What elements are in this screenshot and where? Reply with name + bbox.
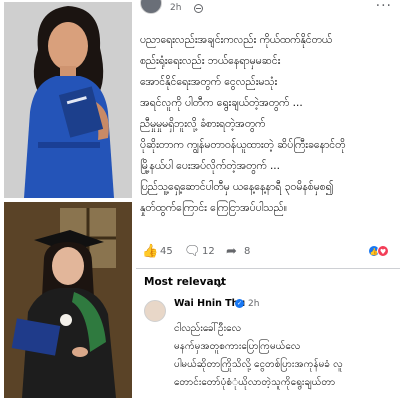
post-time[interactable]: 2h [170,3,181,13]
post-text-line: အရင်လူကို ပါတီက ရွေးချယ်တဲ့အတွက် ... [140,97,303,109]
post-photo-2[interactable] [4,202,132,398]
post-text-line: ညီမှုမှုမရှိဘူးလို့ ခံစားရတဲ့အတွက် [140,118,266,130]
comment-time[interactable]: 2h [248,299,259,309]
post-text-line: ပိုဆိုးတာက ကျွန်မတာဝန်ယူထားတဲ့ ဆိပ်ကြီးခ… [140,139,346,151]
verified-badge-icon: ✓ [235,299,244,308]
love-reaction-icon: ♥ [377,245,389,257]
graduation-photo [4,202,132,398]
comment-text-line: တောင်းတော်ပုံစံုံယိုလာတဲ့သူကိုရွေးချယ်တာ [174,377,336,388]
share-icon[interactable]: ➦ [226,244,237,259]
divider [136,268,400,269]
comment-sort-selector[interactable]: Most relevant [144,276,226,288]
post-text-line: နှုတ်ထွက်ကြောင်း ကြေငြာအပ်ပါသည်။ [140,202,287,214]
reaction-summary[interactable]: 👍 ♥ [368,245,390,257]
share-count[interactable]: 8 [244,246,250,257]
comment: Wai Hnin Thu ✓ 2h ငါလည်းခေါ်ဦးလေ မနက်မှအ… [136,296,400,400]
post-text-line: ပြည်သူ့ရှေ့ဆောင်ပါတီမှ ယနေ့နေ့နာရီ ၃ဝမိန… [140,181,334,193]
comment-count[interactable]: 12 [202,246,215,257]
reaction-bar: 👍 45 🗨 12 ➦ 8 👍 ♥ [136,240,400,262]
post-photo-1[interactable] [4,2,132,198]
globe-icon [194,4,203,13]
post-header: 2h ··· [136,0,400,20]
commenter-avatar[interactable] [144,300,166,322]
post-text-line: စည်းရုံးရေးလည်း ဘယ်နေရာမှမဆင်း [140,55,281,67]
more-options-icon[interactable]: ··· [376,0,392,14]
facebook-post: 2h ··· ပညာရေးလည်းအချင်းကလည်း ကိုယ်ထက်နို… [136,0,400,400]
post-photos [0,0,134,400]
post-text-line: အောင်နိုင်ရေးအတွက် ငွေလည်းမသုံး [140,76,278,88]
like-icon[interactable]: 👍 [142,244,158,259]
author-avatar[interactable] [140,0,162,14]
like-count[interactable]: 45 [160,246,173,257]
comment-text: ငါလည်းခေါ်ဦးလေ မနက်မှအတူစကားပြောကြမယ်လေ … [174,320,398,392]
post-text-line: ပညာရေးလည်းအချင်းကလည်း ကိုယ်ထက်နိုင်တယ် [140,34,333,46]
comment-icon[interactable]: 🗨 [184,244,201,259]
comment-text-line: ပါမယ်ဆိုတာကြိုသိလို့ ငွေတစ်ပြားအကုန်မခံ … [174,359,343,370]
comment-text-line: မနက်မှအတူစကားပြောကြမယ်လေ [174,341,301,352]
post-text-line: မြို့နယ်ပါ ပေးအပ်လိုက်တဲ့အတွက် ... [140,160,280,172]
post-text: ပညာရေးလည်းအချင်းကလည်း ကိုယ်ထက်နိုင်တယ် စ… [140,30,398,219]
comment-text-line: ငါလည်းခေါ်ဦးလေ [174,323,241,334]
woman-in-blue-dress-photo [4,2,132,198]
